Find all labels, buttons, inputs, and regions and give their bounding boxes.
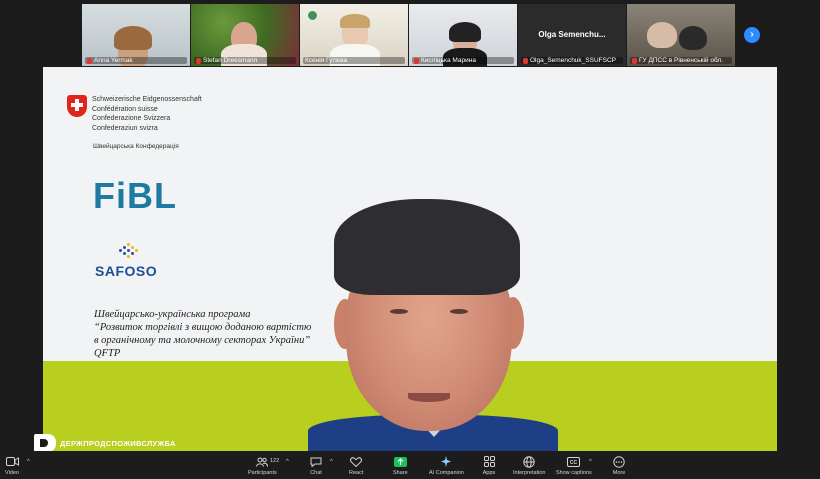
swiss-name-fr: Confédération suisse (92, 105, 158, 113)
captions-label: Show captions (556, 470, 592, 476)
participants-icon (255, 456, 269, 467)
participant-hair (449, 22, 481, 42)
share-label: Share (393, 470, 408, 476)
more-button[interactable]: More (612, 455, 626, 476)
ai-sparkle-icon (439, 456, 453, 467)
react-label: React (349, 470, 364, 476)
speaker-mouth (408, 393, 450, 402)
organization-name: ДЕРЖПРОДСПОЖИВСЛУЖБА (60, 438, 176, 448)
participant-name-text: Кисліцька Марина (421, 57, 476, 64)
captions-options-chevron-icon[interactable]: ^ (589, 459, 592, 465)
fibl-logo: FiBL (93, 175, 177, 216)
program-line: QFTP (94, 348, 121, 359)
active-speaker-video (308, 199, 558, 451)
mic-muted-icon (196, 57, 201, 64)
swiss-names: Schweizerische Eidgenossenschaft Confédé… (92, 95, 202, 133)
participant-name: Кисліцька Марина (412, 57, 514, 64)
participant-video (679, 26, 707, 50)
participant-tile[interactable]: Stefan Dreesmann (191, 4, 299, 66)
participant-name-text: Stefan Dreesmann (203, 57, 258, 64)
chat-options-chevron-icon[interactable]: ^ (330, 459, 333, 465)
participant-tile[interactable]: Ксенія Гутієва (300, 4, 408, 66)
participant-name: Anna Yermak (85, 57, 187, 64)
participant-video (647, 22, 677, 48)
swiss-name-ua: Швейцарська Конфедерація (93, 143, 179, 150)
globe-icon (522, 455, 536, 468)
share-screen-icon (393, 456, 407, 467)
more-label: More (612, 470, 626, 476)
participant-name-text: Anna Yermak (94, 57, 133, 64)
svg-text:CC: CC (570, 460, 578, 466)
share-button[interactable]: Share (393, 456, 408, 476)
participant-name-text: Ксенія Гутієва (305, 57, 348, 64)
swiss-flag-icon (67, 95, 87, 117)
mic-muted-icon (523, 57, 528, 64)
video-camera-icon (5, 456, 19, 467)
react-button[interactable]: React (349, 456, 363, 476)
program-title: Швейцарсько-українська програма “Розвито… (94, 308, 311, 360)
participant-name: Ксенія Гутієва (303, 57, 405, 64)
participant-tile[interactable]: ГУ ДПСС в Рівненській обл. (627, 4, 735, 66)
program-line: в органічному та молочному секторах Укра… (94, 335, 311, 346)
swiss-confederation-logo: Schweizerische Eidgenossenschaft Confédé… (67, 95, 202, 133)
safoso-logo-text: SAFOSO (95, 263, 158, 279)
participant-name: Olga_Semenchuk_SSUFSCP (521, 57, 623, 64)
heart-icon (349, 456, 363, 467)
avatar-badge-icon (307, 10, 318, 21)
participants-options-chevron-icon[interactable]: ^ (286, 459, 289, 465)
video-options-chevron-icon[interactable]: ^ (27, 459, 30, 465)
participant-name: Stefan Dreesmann (194, 57, 296, 64)
participant-hair (114, 26, 152, 50)
speaker-hair (334, 199, 520, 295)
next-page-button[interactable]: › (744, 27, 760, 43)
apps-label: Apps (482, 470, 496, 476)
participant-strip: Anna Yermak Stefan Dreesmann Ксенія Гуті… (82, 4, 738, 66)
safoso-logo-icon (117, 243, 141, 259)
ai-companion-label: AI Companion (429, 470, 464, 476)
speaker-eye (450, 309, 468, 314)
program-line: “Розвиток торгівлі з вищою доданою варті… (94, 322, 312, 333)
chat-button[interactable]: Chat (309, 456, 323, 476)
chat-bubble-icon (309, 456, 323, 467)
participant-name: ГУ ДПСС в Рівненській обл. (630, 57, 732, 64)
video-button[interactable]: Video (5, 456, 19, 476)
logo-d-icon (34, 434, 56, 452)
ai-companion-button[interactable]: AI Companion (429, 456, 464, 476)
participants-count: 122 (270, 458, 280, 464)
participant-display-name: Olga Semenchu... (538, 30, 606, 39)
swiss-name-it: Confederazione Svizzera (92, 115, 171, 122)
more-dots-icon (612, 455, 626, 468)
participants-label: Participants (248, 470, 277, 476)
participant-tile[interactable]: Olga Semenchu... Olga_Semenchuk_SSUFSCP (518, 4, 626, 66)
mic-muted-icon (632, 57, 637, 64)
participant-tile[interactable]: Кисліцька Марина (409, 4, 517, 66)
interpretation-label: Interpretation (513, 470, 546, 476)
video-label: Video (5, 470, 19, 476)
organization-logo: ДЕРЖПРОДСПОЖИВСЛУЖБА (34, 434, 176, 452)
participant-tile[interactable]: Anna Yermak (82, 4, 190, 66)
chevron-right-icon: › (750, 29, 754, 40)
show-captions-button[interactable]: CC Show captions (556, 456, 592, 476)
meeting-toolbar: Video ^ Participants 122 ^ Chat ^ React … (0, 451, 820, 479)
program-line: Швейцарсько-українська програма (94, 309, 251, 320)
swiss-name-rm: Confederaziun svizra (92, 124, 158, 132)
shared-screen: Schweizerische Eidgenossenschaft Confédé… (43, 67, 777, 451)
mic-muted-icon (414, 57, 419, 64)
closed-captions-icon: CC (567, 456, 581, 467)
apps-button[interactable]: Apps (482, 456, 496, 476)
apps-grid-icon (482, 456, 496, 467)
interpretation-button[interactable]: Interpretation (513, 455, 546, 476)
speaker-eye (390, 309, 408, 314)
chat-label: Chat (310, 470, 322, 476)
participant-name-text: Olga_Semenchuk_SSUFSCP (530, 57, 616, 64)
participant-hair (340, 14, 370, 28)
swiss-name-de: Schweizerische Eidgenossenschaft (92, 96, 202, 103)
participant-name-text: ГУ ДПСС в Рівненській обл. (639, 57, 724, 64)
mic-muted-icon (87, 57, 92, 64)
